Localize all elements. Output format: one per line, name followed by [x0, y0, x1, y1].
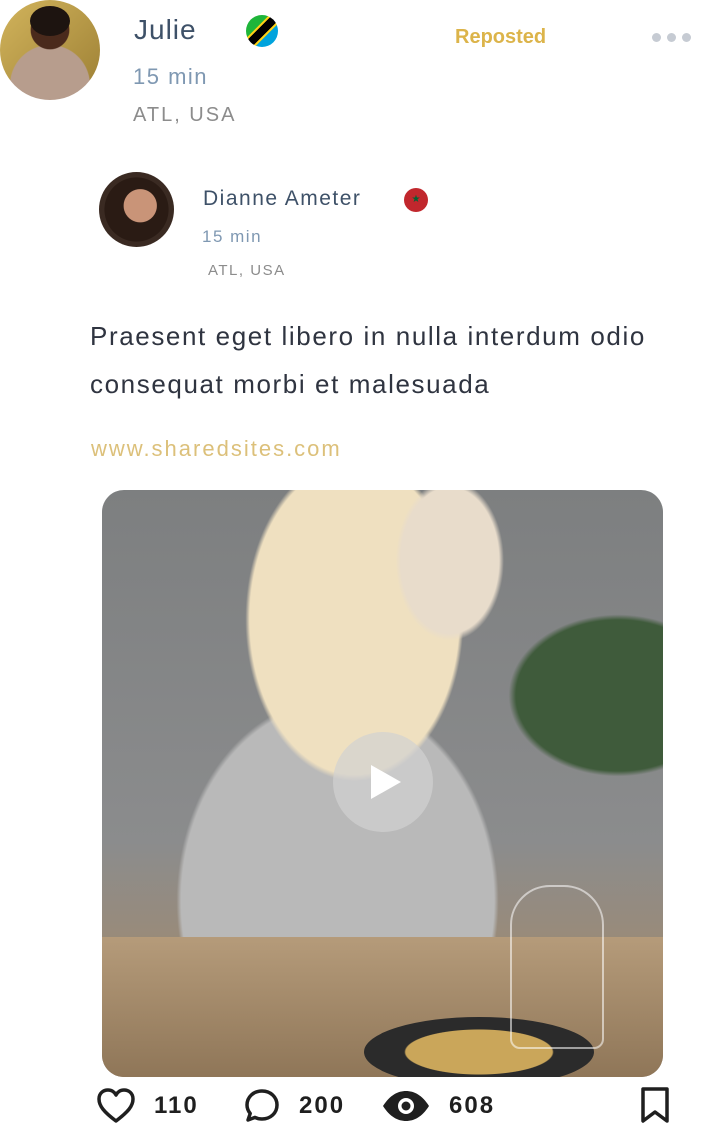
play-button[interactable] [333, 732, 433, 832]
views-indicator: 608 [381, 1084, 495, 1128]
reposter-location: ATL, USA [133, 104, 237, 126]
play-icon [371, 765, 401, 799]
dot [682, 32, 691, 42]
author-time: 15 min [202, 227, 263, 246]
reposter-name[interactable]: Julie [134, 14, 197, 46]
like-count: 110 [154, 1092, 199, 1119]
post-text: Praesent eget libero in nulla interdum o… [90, 321, 646, 399]
views-count: 608 [449, 1092, 496, 1119]
dot [652, 32, 661, 42]
more-dots-icon[interactable] [652, 30, 696, 44]
reposted-label: Reposted [455, 26, 547, 48]
bookmark-button[interactable] [639, 1086, 671, 1124]
author-location: ATL, USA [208, 262, 286, 279]
dot [667, 32, 676, 42]
comment-icon [245, 1089, 279, 1122]
morocco-flag-icon: ★ [404, 188, 428, 212]
like-button[interactable]: 110 [96, 1084, 199, 1128]
author-name[interactable]: Dianne Ameter [203, 187, 361, 211]
author-avatar[interactable] [99, 172, 174, 247]
heart-icon [97, 1088, 135, 1123]
video-scene-glass [510, 885, 604, 1049]
comment-button[interactable]: 200 [243, 1084, 345, 1128]
eye-icon [383, 1091, 429, 1121]
reposter-time: 15 min [133, 64, 209, 89]
comment-count: 200 [299, 1092, 346, 1119]
tanzania-flag-icon [246, 15, 278, 47]
bookmark-icon [641, 1087, 669, 1123]
post-link[interactable]: www.sharedsites.com [91, 436, 342, 462]
reposter-avatar[interactable] [0, 0, 100, 100]
